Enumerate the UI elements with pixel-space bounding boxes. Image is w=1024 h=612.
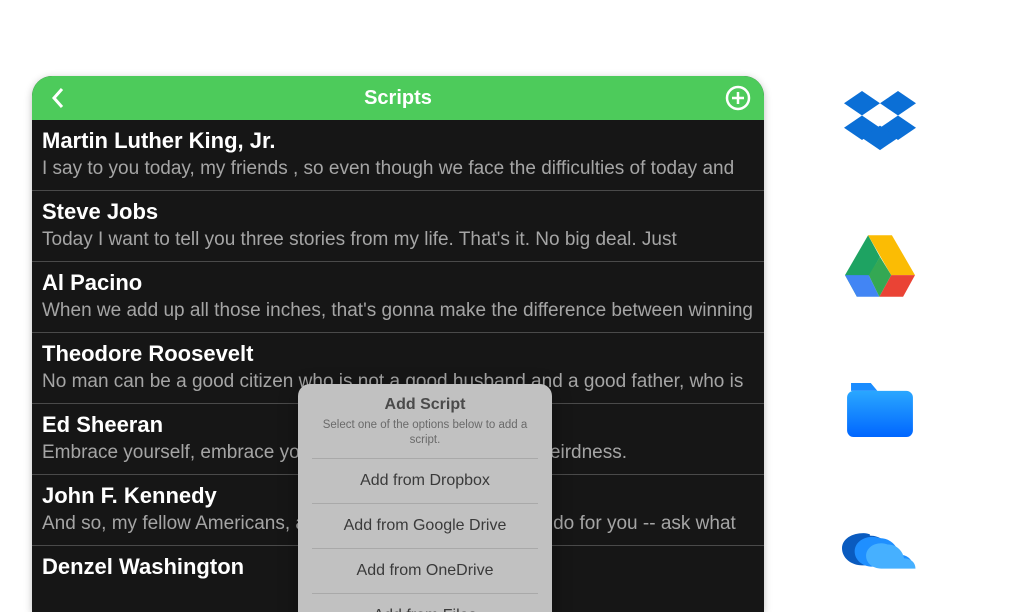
popup-option-onedrive[interactable]: Add from OneDrive (312, 548, 538, 593)
script-preview: I say to you today, my friends , so even… (42, 158, 754, 180)
scripts-screen: Scripts Martin Luther King, Jr. I say to… (32, 76, 764, 612)
page-title: Scripts (364, 87, 432, 110)
dropbox-icon (842, 92, 918, 152)
plus-circle-icon (725, 85, 751, 111)
add-script-popup: Add Script Select one of the options bel… (298, 384, 552, 612)
script-preview: When we add up all those inches, that's … (42, 300, 754, 322)
script-name: Al Pacino (42, 270, 754, 296)
script-name: Martin Luther King, Jr. (42, 128, 754, 154)
script-row[interactable]: Steve Jobs Today I want to tell you thre… (32, 191, 764, 262)
google-drive-icon (842, 236, 918, 296)
popup-option-files[interactable]: Add from Files (312, 593, 538, 612)
popup-header: Add Script Select one of the options bel… (298, 384, 552, 458)
script-preview: Today I want to tell you three stories f… (42, 229, 754, 251)
back-button[interactable] (42, 82, 74, 114)
script-row[interactable]: Al Pacino When we add up all those inche… (32, 262, 764, 333)
popup-option-dropbox[interactable]: Add from Dropbox (312, 458, 538, 503)
script-row[interactable]: Martin Luther King, Jr. I say to you tod… (32, 120, 764, 191)
chevron-left-icon (50, 86, 66, 110)
service-icons (842, 92, 918, 584)
add-script-button[interactable] (722, 82, 754, 114)
onedrive-icon (842, 524, 918, 584)
popup-subtitle: Select one of the options below to add a… (310, 418, 540, 448)
top-bar: Scripts (32, 76, 764, 120)
script-name: Theodore Roosevelt (42, 341, 754, 367)
script-name: Steve Jobs (42, 199, 754, 225)
files-folder-icon (842, 380, 918, 440)
popup-option-google-drive[interactable]: Add from Google Drive (312, 503, 538, 548)
popup-title: Add Script (310, 396, 540, 414)
